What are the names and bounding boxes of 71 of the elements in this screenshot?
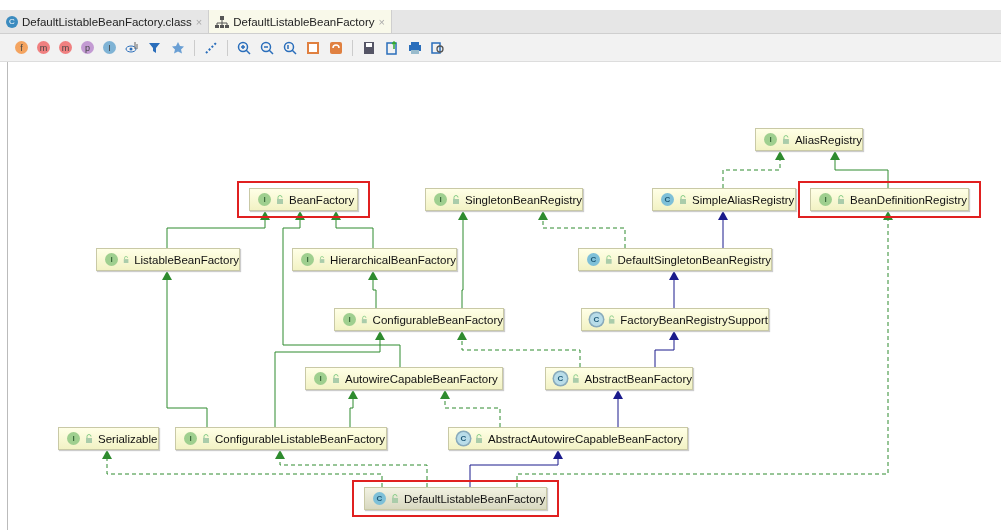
filter-toggle[interactable]: f [15, 41, 28, 54]
lock-icon [332, 374, 340, 383]
export-icon[interactable] [385, 40, 399, 55]
filter-toggle[interactable]: I [103, 41, 116, 54]
interface-icon: I [258, 193, 271, 206]
editor-tab[interactable]: DefaultListableBeanFactory × [209, 10, 392, 33]
lock-icon [475, 434, 483, 443]
abstract-class-icon: C [590, 313, 603, 326]
class-node[interactable]: I ConfigurableBeanFactory [334, 308, 504, 331]
class-icon: C [587, 253, 600, 266]
filter-toggle[interactable]: m [59, 41, 72, 54]
filter-toggle[interactable]: p [81, 41, 94, 54]
refresh-icon[interactable] [329, 40, 343, 55]
abstract-class-icon: C [554, 372, 567, 385]
class-node[interactable]: C DefaultListableBeanFactory [364, 487, 547, 510]
tab-title: DefaultListableBeanFactory.class [22, 15, 192, 28]
class-node[interactable]: I ConfigurableListableBeanFactory [175, 427, 387, 450]
class-node[interactable]: C FactoryBeanRegistrySupport [581, 308, 769, 331]
star-icon[interactable] [171, 40, 185, 55]
lock-icon [391, 494, 399, 503]
interface-icon: I [819, 193, 832, 206]
lock-icon [572, 374, 580, 383]
interface-icon: I [67, 432, 80, 445]
class-file-icon: C [6, 15, 18, 28]
print-icon[interactable] [408, 40, 422, 55]
lock-icon [608, 315, 616, 324]
lock-icon [276, 195, 284, 204]
abstract-class-icon: C [457, 432, 470, 445]
interface-icon: I [105, 253, 118, 266]
interface-icon: I [764, 133, 777, 146]
find-icon[interactable] [431, 40, 445, 55]
class-node[interactable]: I SingletonBeanRegistry [425, 188, 583, 211]
zoom-in-icon[interactable] [237, 40, 251, 55]
actual-size-icon[interactable] [283, 40, 297, 55]
lock-icon [679, 195, 687, 204]
layout-icon[interactable] [204, 40, 218, 55]
lock-icon [452, 195, 460, 204]
class-node[interactable]: C SimpleAliasRegistry [652, 188, 796, 211]
lock-icon [782, 135, 790, 144]
class-node[interactable]: C DefaultSingletonBeanRegistry [578, 248, 772, 271]
tab-title: DefaultListableBeanFactory [233, 15, 375, 28]
interface-icon: I [434, 193, 447, 206]
lock-icon [85, 434, 93, 443]
filter-toggle[interactable]: m [37, 41, 50, 54]
class-node[interactable]: I AliasRegistry [755, 128, 863, 151]
filter-icon[interactable] [148, 40, 162, 55]
class-node[interactable]: C AbstractAutowireCapableBeanFactory [448, 427, 688, 450]
zoom-out-icon[interactable] [260, 40, 274, 55]
hierarchy-icon [215, 14, 230, 29]
class-icon: C [661, 193, 674, 206]
class-icon: C [373, 492, 386, 505]
class-node[interactable]: C AbstractBeanFactory [545, 367, 693, 390]
class-node[interactable]: I AutowireCapableBeanFactory [305, 367, 503, 390]
interface-icon: I [314, 372, 327, 385]
eye-icon[interactable] [125, 40, 139, 55]
fit-icon[interactable] [306, 40, 320, 55]
lock-icon [361, 315, 368, 324]
lock-icon [837, 195, 845, 204]
class-node[interactable]: I BeanDefinitionRegistry [810, 188, 969, 211]
lock-icon [319, 255, 326, 264]
class-node[interactable]: I BeanFactory [249, 188, 358, 211]
interface-icon: I [343, 313, 356, 326]
interface-icon: I [184, 432, 197, 445]
lock-icon [605, 255, 613, 264]
save-icon[interactable] [362, 40, 376, 55]
lock-icon [202, 434, 210, 443]
interface-icon: I [301, 253, 314, 266]
class-node[interactable]: I Serializable [58, 427, 159, 450]
class-node[interactable]: I HierarchicalBeanFactory [292, 248, 457, 271]
lock-icon [123, 255, 130, 264]
class-node[interactable]: I ListableBeanFactory [96, 248, 240, 271]
